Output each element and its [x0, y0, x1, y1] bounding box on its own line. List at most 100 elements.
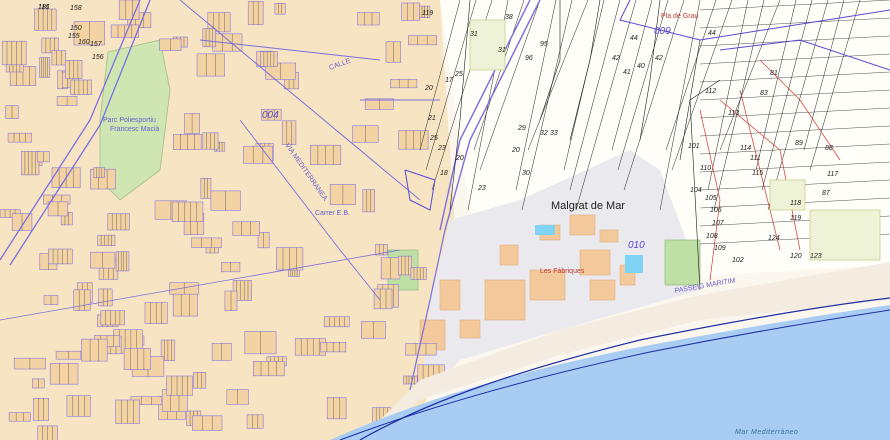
cadastral-map[interactable]: Malgrat de Mar Mar Mediterràneo 004 009 …: [0, 0, 890, 440]
urban-block: [405, 343, 437, 356]
parcel-number: 30: [522, 170, 530, 177]
pool: [535, 225, 555, 235]
urban-block: [21, 151, 40, 176]
urban-block: [8, 412, 31, 422]
urban-block: [247, 1, 264, 25]
urban-block: [389, 79, 418, 89]
parcel-number: 109: [714, 245, 726, 252]
parcel-number: 95: [540, 41, 548, 48]
urban-block: [73, 289, 91, 311]
urban-block: [33, 397, 50, 421]
parcel-number: 29: [517, 125, 526, 132]
parcel-number: 96: [525, 55, 533, 62]
parcel-number: 124: [768, 235, 780, 242]
parcel-number: 44: [708, 30, 716, 37]
urban-block: [357, 12, 380, 26]
parcel-number: 20: [511, 147, 520, 154]
les-fabriques-label: Les Fàbriques: [540, 268, 585, 275]
sea-label: Mar Mediterràneo: [735, 429, 798, 436]
urban-block: [408, 35, 437, 46]
urban-block: [107, 213, 130, 231]
town-label: Malgrat de Mar: [551, 200, 625, 212]
parcel-number: 81: [770, 70, 778, 77]
parcel-number: 42: [612, 55, 620, 62]
parcel-number: 114: [740, 145, 751, 152]
park-label-line1: Parc Poliesportiu: [103, 117, 156, 124]
parcel-number: 18: [440, 170, 448, 177]
parcel-number: 160: [78, 39, 90, 46]
urban-block: [362, 189, 375, 213]
parcel-number: 42: [655, 55, 663, 62]
parcel-number: 44: [630, 35, 638, 42]
parcel-number: 32: [540, 130, 548, 137]
parcel-number: 105: [705, 195, 717, 202]
urban-block: [373, 288, 393, 310]
parcel-number: 87: [822, 190, 831, 197]
urban-block: [274, 2, 286, 15]
field-patch-3: [469, 19, 506, 71]
parcel-number: 112: [705, 88, 716, 95]
parcel-number: 111: [750, 155, 761, 162]
sector-label-009: 009: [654, 26, 671, 37]
parcel-number: 83: [760, 90, 768, 97]
sector-label-010: 010: [628, 240, 645, 251]
parcel-number: 108: [706, 233, 718, 240]
parcel-number: 113: [728, 110, 739, 117]
map-canvas[interactable]: Malgrat de Mar Mar Mediterràneo 004 009 …: [0, 0, 890, 440]
sports-field-east: [664, 239, 701, 286]
urban-block: [193, 371, 207, 389]
pool-2: [625, 255, 643, 273]
urban-block: [166, 375, 193, 396]
parcel-number: 38: [505, 14, 513, 21]
urban-block: [100, 310, 126, 326]
parcel-number: 115: [752, 170, 763, 177]
urban-block: [1, 40, 27, 66]
parcel-number: 156: [92, 54, 104, 61]
parcel-number: 106: [710, 207, 722, 214]
parcel-number: 119: [790, 215, 801, 222]
urban-block: [232, 221, 260, 236]
urban-block: [98, 288, 113, 307]
parcel-number: 21: [427, 115, 436, 122]
urban-block: [81, 338, 108, 362]
urban-block: [70, 79, 92, 95]
urban-block: [200, 178, 212, 199]
parcel-number: 104: [690, 187, 702, 194]
parcel-number: 20: [455, 155, 464, 162]
urban-block: [243, 145, 273, 164]
parcel-number: 116: [38, 4, 49, 11]
street-carrer-label: Carrer E.B.: [315, 210, 350, 217]
parcel-number: 110: [700, 165, 711, 172]
urban-block: [323, 316, 350, 328]
urban-block: [34, 8, 57, 31]
urban-block: [97, 234, 116, 246]
urban-block: [49, 363, 79, 385]
parcel-number: 102: [732, 257, 744, 264]
parcel-number: 117: [827, 171, 839, 178]
parcel-number: 31: [470, 31, 478, 38]
urban-block: [401, 2, 420, 21]
urban-block: [410, 267, 427, 280]
parcel-number: 157: [90, 41, 103, 48]
urban-block: [51, 50, 67, 66]
parcel-number: 119: [422, 10, 433, 17]
parcel-number: 120: [790, 253, 802, 260]
parcel-number: 158: [70, 5, 82, 12]
parcel-number: 31: [498, 47, 506, 54]
urban-block: [260, 51, 278, 67]
urban-block: [115, 251, 130, 272]
parcel-number: 17: [445, 77, 454, 84]
parcel-number: 89: [795, 140, 803, 147]
parcel-number: 101: [688, 143, 700, 150]
urban-block: [171, 201, 204, 223]
urban-block: [246, 414, 264, 429]
parcel-number: 40: [637, 63, 645, 70]
sector-label-004: 004: [262, 110, 279, 121]
parcel-number: 41: [623, 69, 631, 76]
parcel-number: 20: [424, 85, 433, 92]
parcel-number: 150: [70, 25, 82, 32]
parcel-number: 25: [429, 135, 438, 142]
parcel-number: 23: [437, 145, 446, 152]
parcel-number: 123: [810, 253, 822, 260]
urban-block: [403, 375, 418, 385]
